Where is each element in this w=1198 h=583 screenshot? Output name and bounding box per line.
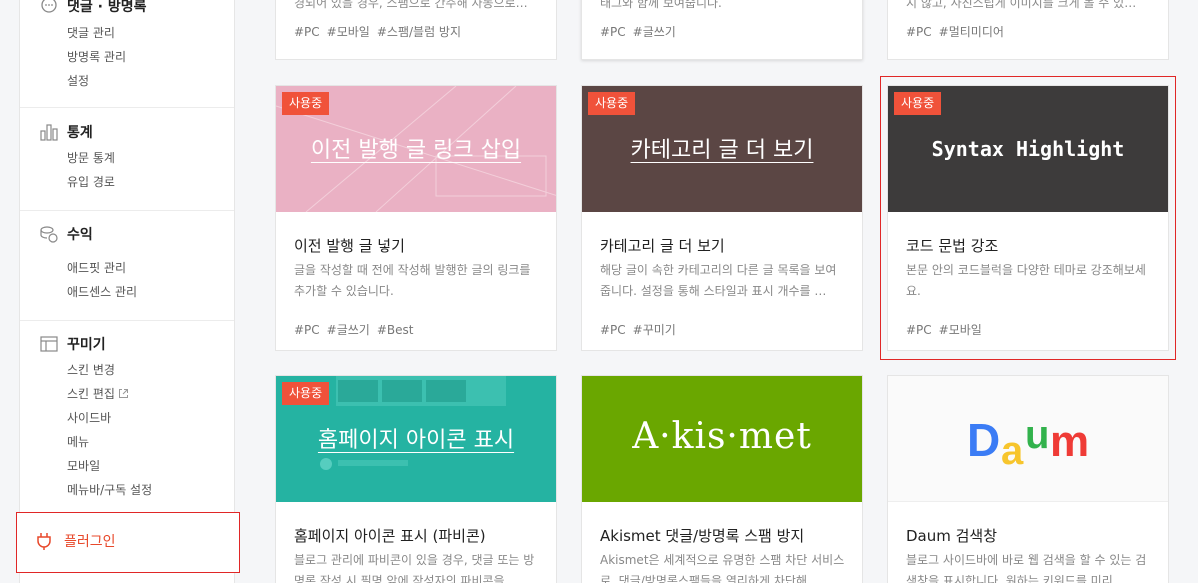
card-title: Daum 검색창 — [906, 527, 998, 545]
card-description: 해당 글이 속한 카테고리의 다른 글 목록을 보여줍니다. 설정을 통해 스타… — [600, 263, 837, 298]
akismet-logo: A·kis·met — [632, 416, 812, 457]
sidebar-item-skin-change[interactable]: 스킨 변경 — [67, 358, 234, 382]
daum-logo: D a u m — [967, 413, 1089, 473]
sidebar-section-title: 댓글 · 방명록 — [67, 0, 147, 15]
plugin-card-prev-post[interactable]: 사용중 이전 발행 글 링크 삽입 이전 발행 글 넣기 글을 작성할 때 전에… — [275, 85, 557, 351]
sidebar-item-adfit[interactable]: 애드핏 관리 — [67, 256, 234, 280]
sidebar-section-revenue: 수익 애드핏 관리 애드센스 관리 — [20, 211, 234, 321]
card-description: Akismet은 세계적으로 유명한 스팸 차단 서비스로, 댓글/방명록스팸들… — [600, 553, 845, 583]
sidebar-item-visit-stats[interactable]: 방문 통계 — [67, 146, 234, 170]
sidebar-item-menu[interactable]: 메뉴 — [67, 430, 234, 454]
sidebar-item-guestbook-manage[interactable]: 방명록 관리 — [67, 45, 234, 69]
card-title: 카테고리 글 더 보기 — [600, 237, 725, 255]
tag: #PC — [600, 25, 626, 39]
sidebar-section-stats: 통계 방문 통계 유입 경로 — [20, 108, 234, 211]
thumbnail-title: 카테고리 글 더 보기 — [630, 138, 814, 163]
thumbnail-title: 홈페이지 아이콘 표시 — [317, 428, 515, 453]
card-thumbnail: 사용중 홈페이지 아이콘 표시 — [276, 376, 556, 502]
selected-card-outline — [880, 76, 1176, 360]
sidebar-item-comment-settings[interactable]: 설정 — [67, 69, 234, 93]
card-tags: #PC #글쓰기 #Best — [294, 321, 421, 338]
plug-icon — [34, 531, 54, 551]
sidebar-section-title: 꾸미기 — [67, 337, 106, 353]
layout-icon — [39, 334, 59, 354]
sidebar-item-mobile[interactable]: 모바일 — [67, 454, 234, 478]
tag: #PC — [294, 25, 320, 39]
card-description: 경되어 있을 경우, 스팸으로 간주해 자동으로… — [294, 0, 528, 10]
sidebar-section-decorate-header[interactable]: 꾸미기 — [20, 332, 234, 356]
card-tags: #PC #꾸미기 — [600, 321, 683, 338]
card-thumbnail: D a u m — [888, 376, 1168, 502]
tag: #스팸/블럼 방지 — [376, 25, 462, 39]
sidebar-section-comments: 댓글 · 방명록 댓글 관리 방명록 관리 설정 — [20, 0, 234, 108]
sidebar-section-title: 통계 — [67, 125, 93, 141]
card-tags: #PC #글쓰기 — [600, 23, 683, 40]
card-title: 이전 발행 글 넣기 — [294, 237, 405, 255]
card-tags: #PC #멀티미디어 — [906, 23, 1011, 40]
sidebar-section-title: 수익 — [67, 227, 93, 243]
card-description: 블로그 사이드바에 바로 웹 검색을 할 수 있는 검색창을 표시합니다. 원하… — [906, 553, 1147, 583]
tag: #PC — [906, 25, 932, 39]
card-thumbnail: 사용중 카테고리 글 더 보기 — [582, 86, 862, 212]
plugin-card-top-2[interactable]: 태그와 함께 보여줍니다. #PC #글쓰기 — [581, 0, 863, 60]
card-description: 태그와 함께 보여줍니다. — [600, 0, 722, 10]
tag: #PC — [600, 323, 626, 337]
bar-chart-icon — [39, 122, 59, 142]
sidebar-section-comments-header[interactable]: 댓글 · 방명록 — [20, 0, 234, 18]
plugin-card-favicon[interactable]: 사용중 홈페이지 아이콘 표시 홈페이지 아이콘 표시 (파비콘) 블로그 관리… — [275, 375, 557, 583]
sidebar-item-menubar[interactable]: 메뉴바/구독 설정 — [67, 478, 234, 502]
sidebar-item-comment-manage[interactable]: 댓글 관리 — [67, 21, 234, 45]
card-title: Akismet 댓글/방명록 스팸 방지 — [600, 527, 805, 545]
plugin-card-top-1[interactable]: 경되어 있을 경우, 스팸으로 간주해 자동으로… #PC #모바일 #스팸/블럼 … — [275, 0, 557, 60]
sidebar-section-decorate: 꾸미기 스킨 변경 스킨 편집 사이드바 메뉴 모바일 메뉴바/구독 설정 — [20, 321, 234, 513]
sidebar-section-stats-header[interactable]: 통계 — [20, 120, 234, 144]
card-thumbnail: 사용중 이전 발행 글 링크 삽입 — [276, 86, 556, 212]
tag: #Best — [376, 323, 414, 337]
sidebar-item-plugin[interactable]: 플러그인 — [16, 512, 240, 573]
tag: #글쓰기 — [632, 25, 676, 39]
card-tags: #PC #모바일 #스팸/블럼 방지 — [294, 23, 468, 40]
card-description: 글을 작성할 때 전에 작성해 발행한 글의 링크를 추가할 수 있습니다. — [294, 263, 531, 298]
svg-text:u: u — [1025, 413, 1049, 457]
sidebar-item-adsense[interactable]: 애드센스 관리 — [67, 280, 234, 304]
plugin-card-daum-search[interactable]: D a u m Daum 검색창 블로그 사이드바에 바로 웹 검색을 할 수 … — [887, 375, 1169, 583]
plugin-card-category-more[interactable]: 사용중 카테고리 글 더 보기 카테고리 글 더 보기 해당 글이 속한 카테고… — [581, 85, 863, 351]
tag: #꾸미기 — [632, 323, 676, 337]
tag: #PC — [294, 323, 320, 337]
speech-bubble-icon — [39, 0, 59, 16]
external-link-icon — [118, 383, 129, 407]
sidebar-section-revenue-header[interactable]: 수익 — [20, 222, 234, 246]
thumbnail-title: 이전 발행 글 링크 삽입 — [310, 138, 522, 163]
sidebar-item-skin-edit[interactable]: 스킨 편집 — [67, 382, 234, 406]
card-title: 홈페이지 아이콘 표시 (파비콘) — [294, 527, 486, 545]
tag: #글쓰기 — [326, 323, 370, 337]
tag: #멀티미디어 — [938, 25, 1004, 39]
svg-text:D: D — [967, 414, 1000, 466]
in-use-badge: 사용중 — [588, 92, 636, 115]
sidebar-item-referrers[interactable]: 유입 경로 — [67, 170, 234, 194]
sidebar-item-skin-edit-label: 스킨 편집 — [67, 387, 115, 401]
svg-text:a: a — [1001, 429, 1024, 473]
coins-icon — [39, 224, 59, 244]
card-description: 블로그 관리에 파비콘이 있을 경우, 댓글 또는 방명록 작성 시 필명 앞에… — [294, 553, 535, 583]
svg-text:m: m — [1050, 417, 1089, 466]
tag: #모바일 — [326, 25, 370, 39]
card-description: 지 않고, 사진스립게 이미지를 크게 볼 수 있… — [906, 0, 1137, 10]
in-use-badge: 사용중 — [282, 92, 330, 115]
sidebar-item-plugin-label: 플러그인 — [64, 534, 116, 550]
in-use-badge: 사용중 — [282, 382, 330, 405]
plugin-card-akismet[interactable]: A·kis·met Akismet 댓글/방명록 스팸 방지 Akismet은 … — [581, 375, 863, 583]
sidebar: 댓글 · 방명록 댓글 관리 방명록 관리 설정 통계 방문 통계 유입 경로 … — [16, 0, 240, 583]
plugin-card-top-3[interactable]: 지 않고, 사진스립게 이미지를 크게 볼 수 있… #PC #멀티미디어 — [887, 0, 1169, 60]
sidebar-item-sidebar[interactable]: 사이드바 — [67, 406, 234, 430]
card-thumbnail: A·kis·met — [582, 376, 862, 502]
